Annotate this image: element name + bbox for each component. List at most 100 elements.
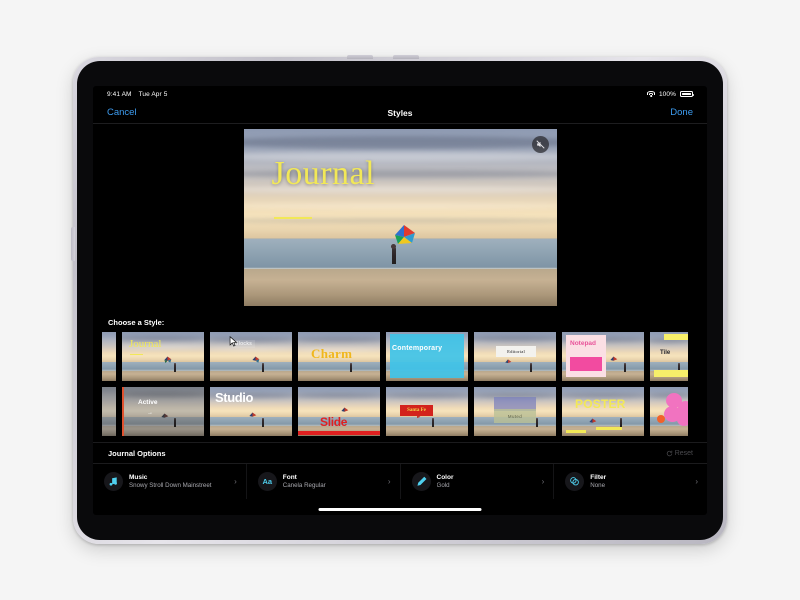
style-thumb-journal[interactable]: Journal [122,332,204,381]
power-button[interactable] [71,227,75,261]
style-thumb-clipped-2[interactable] [102,387,116,436]
style-label-studio: Studio [215,390,254,405]
style-card-editorial: Editorial [496,346,536,357]
style-label-santafe: Santa Fe [407,408,426,413]
status-bar-left: 9:41 AM Tue Apr 5 [107,91,167,98]
style-card-notepad: Notepad [566,335,606,377]
option-font[interactable]: Aa Font Canela Regular › [247,464,401,499]
style-picker[interactable]: Journal Blocks Charm Contemporary Editor… [93,332,707,437]
active-accent-bar [122,387,124,436]
style-thumb-bloom[interactable] [650,387,688,436]
reset-button[interactable]: Reset [666,450,693,457]
aa-text-icon: Aa [257,472,277,491]
style-rule-journal [130,354,143,355]
status-bar-right: 100% [646,90,695,98]
style-label-muted: Muted [507,413,523,419]
style-thumb-contemporary[interactable]: Contemporary [386,332,468,381]
filter-circles-icon [565,472,585,491]
preview-area: Journal [93,124,707,311]
flower-decoration-icon [656,393,688,427]
style-thumb-editorial[interactable]: Editorial [474,332,556,381]
option-color-value: Gold [436,482,450,489]
style-thumb-clipped[interactable] [102,332,116,381]
wifi-icon [646,91,655,97]
poster-accent-2 [596,427,622,430]
option-filter-text: Filter None [590,474,606,489]
style-thumb-muted[interactable]: Muted [474,387,556,436]
style-label-notepad: Notepad [570,340,596,347]
choose-style-label: Choose a Style: [108,318,165,327]
option-color-text: Color Gold [437,474,454,489]
option-font-text: Font Canela Regular [283,474,326,489]
eyedropper-icon [411,472,431,491]
style-label-contemporary: Contemporary [392,345,443,352]
battery-percent-label: 100% [658,90,676,98]
tile-accent-top [664,334,688,340]
music-note-icon [104,472,123,491]
beach-sand [243,268,557,306]
style-thumb-tile[interactable]: Tile [650,332,688,381]
orange-dot [657,415,665,423]
style-label-slide: Slide [320,415,348,429]
home-indicator[interactable] [318,508,482,511]
preview-title-text: Journal [271,155,376,192]
style-thumb-charm[interactable]: Charm [298,332,380,381]
option-font-name: Font [282,474,297,481]
video-preview[interactable]: Journal [243,129,557,306]
chevron-right-icon: › [541,477,545,486]
option-font-value: Canela Regular [282,482,326,489]
speaker-slash-icon[interactable] [531,136,549,153]
muted-panel-bottom: Muted [494,409,536,423]
style-thumb-blocks[interactable]: Blocks [210,332,292,381]
style-label-tile: Tile [660,350,671,356]
preview-title-rule [273,217,312,220]
person-silhouette [390,244,397,264]
active-arrow-icon: → [147,410,153,416]
style-label-editorial: Editorial [507,349,525,354]
option-filter-value: None [590,482,606,489]
notepad-block [570,357,602,371]
style-thumb-studio[interactable]: Studio [210,387,292,436]
option-filter-name: Filter [590,474,607,481]
option-filter[interactable]: Filter None › [554,464,707,499]
option-music-value: Snowy Stroll Down Mainstreet [129,482,212,489]
status-bar: 9:41 AM Tue Apr 5 100% [93,86,707,102]
kite-icon [391,224,417,246]
option-music-name: Music [129,474,148,481]
style-card-santafe: Santa Fe [400,405,433,416]
option-color-name: Color [436,474,454,481]
status-date: Tue Apr 5 [138,90,168,98]
chevron-right-icon: › [234,477,237,486]
options-header: Journal Options Reset [93,442,707,463]
chevron-right-icon: › [695,477,698,486]
chevron-right-icon: › [387,477,391,486]
style-row-2[interactable]: Active → Studio Slide Santa Fe Muted POS… [93,387,707,437]
battery-full-icon [680,91,695,97]
tile-accent-bottom [654,370,688,377]
style-row-1[interactable]: Journal Blocks Charm Contemporary Editor… [93,332,707,382]
option-music-text: Music Snowy Stroll Down Mainstreet [129,474,212,489]
style-label-charm: Charm [311,346,353,361]
navigation-bar: Cancel Styles Done [93,102,707,124]
tablet-screen: 9:41 AM Tue Apr 5 100% Cancel Styles Don… [93,86,707,515]
style-thumb-notepad[interactable]: Notepad [562,332,644,381]
style-label-journal: Journal [129,338,162,350]
style-thumb-santafe[interactable]: Santa Fe [386,387,468,436]
tablet-device: 9:41 AM Tue Apr 5 100% Cancel Styles Don… [71,55,727,544]
volume-up-button[interactable] [347,55,373,59]
status-time: 9:41 AM [107,90,132,98]
option-color[interactable]: Color Gold › [401,464,555,499]
mouse-cursor-icon [229,336,238,347]
style-thumb-slide[interactable]: Slide [298,387,380,436]
slide-accent-bar [298,431,380,435]
style-thumb-active[interactable]: Active → [122,387,204,436]
option-music[interactable]: Music Snowy Stroll Down Mainstreet › [93,464,247,499]
options-row: Music Snowy Stroll Down Mainstreet › Aa … [93,463,707,499]
rotate-counterclockwise-icon [666,450,672,457]
volume-down-button[interactable] [393,55,419,59]
options-section-title: Journal Options [108,449,166,458]
style-label-poster: POSTER [575,397,626,411]
style-thumb-poster[interactable]: POSTER [562,387,644,436]
page-title: Styles [387,107,413,118]
reset-label: Reset [674,450,693,457]
